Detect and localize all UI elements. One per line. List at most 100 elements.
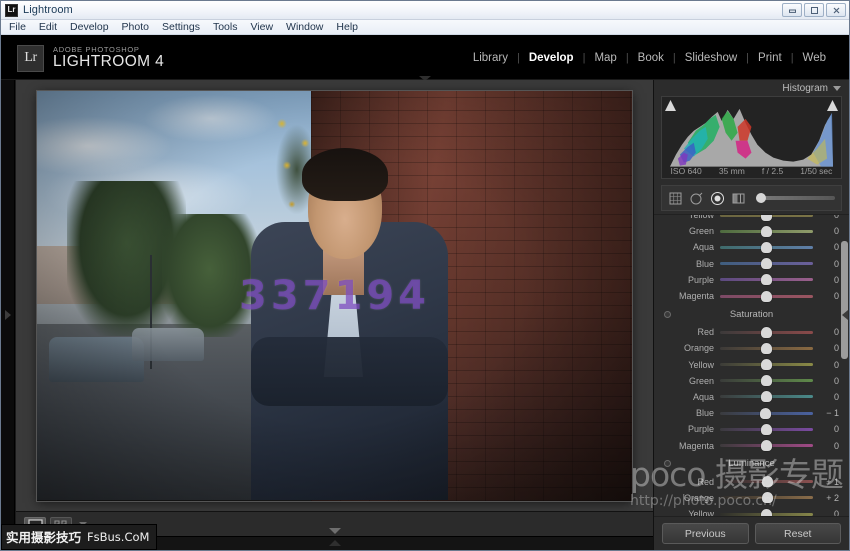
module-book[interactable]: Book bbox=[629, 52, 673, 64]
slider-track[interactable] bbox=[720, 262, 813, 265]
slider-row-hue-partial-magenta[interactable]: Magenta0 bbox=[656, 288, 847, 304]
slider-track[interactable] bbox=[720, 295, 813, 298]
slider-thumb[interactable] bbox=[761, 375, 772, 386]
menu-item-help[interactable]: Help bbox=[336, 21, 358, 33]
module-web[interactable]: Web bbox=[794, 52, 835, 64]
left-panel-expand-arrow[interactable] bbox=[5, 310, 11, 320]
slider-row-luminance-red[interactable]: Red+ 1 bbox=[656, 474, 847, 490]
spot-removal-icon[interactable] bbox=[689, 191, 704, 206]
menu-item-file[interactable]: File bbox=[9, 21, 26, 33]
red-eye-icon[interactable] bbox=[710, 191, 725, 206]
histogram-panel[interactable]: ISO 640 35 mm f / 2.5 1/50 sec bbox=[661, 96, 842, 179]
slider-row-hue-partial-yellow[interactable]: Yellow0 bbox=[656, 214, 847, 223]
slider-value[interactable]: 0 bbox=[813, 360, 843, 370]
slider-value[interactable]: 0 bbox=[813, 376, 843, 386]
slider-value[interactable]: 0 bbox=[813, 259, 843, 269]
slider-track[interactable] bbox=[720, 331, 813, 334]
panel-scrollbar-thumb[interactable] bbox=[841, 241, 848, 359]
filmstrip-expand-arrow[interactable] bbox=[329, 540, 341, 546]
slider-value[interactable]: 0 bbox=[813, 343, 843, 353]
group-header-saturation[interactable]: Saturation bbox=[656, 304, 847, 324]
module-slideshow[interactable]: Slideshow bbox=[676, 52, 746, 64]
slider-track[interactable] bbox=[720, 513, 813, 516]
slider-row-hue-partial-green[interactable]: Green0 bbox=[656, 223, 847, 239]
menu-item-edit[interactable]: Edit bbox=[39, 21, 57, 33]
slider-thumb[interactable] bbox=[761, 291, 772, 302]
slider-value[interactable]: 0 bbox=[813, 509, 843, 516]
slider-track[interactable] bbox=[720, 278, 813, 281]
module-print[interactable]: Print bbox=[749, 52, 791, 64]
target-adjust-icon[interactable] bbox=[664, 311, 671, 318]
slider-thumb[interactable] bbox=[762, 476, 773, 487]
previous-button[interactable]: Previous bbox=[662, 523, 749, 544]
slider-thumb[interactable] bbox=[761, 509, 772, 516]
slider-track[interactable] bbox=[720, 428, 813, 431]
slider-thumb[interactable] bbox=[761, 258, 772, 269]
hsl-panel-scroll[interactable]: Yellow0Green0Aqua0Blue0Purple0Magenta0Sa… bbox=[654, 214, 849, 516]
slider-thumb[interactable] bbox=[761, 440, 772, 451]
slider-value[interactable]: 0 bbox=[813, 424, 843, 434]
image-canvas[interactable]: 337194 bbox=[16, 80, 653, 511]
close-button[interactable] bbox=[826, 3, 846, 17]
menu-item-view[interactable]: View bbox=[250, 21, 273, 33]
slider-thumb[interactable] bbox=[761, 214, 772, 221]
slider-track[interactable] bbox=[720, 496, 813, 499]
left-panel-collapsed[interactable] bbox=[1, 80, 15, 550]
menu-item-photo[interactable]: Photo bbox=[122, 21, 149, 33]
minimize-button[interactable] bbox=[782, 3, 802, 17]
slider-track[interactable] bbox=[720, 444, 813, 447]
module-map[interactable]: Map bbox=[585, 52, 625, 64]
menu-item-tools[interactable]: Tools bbox=[213, 21, 238, 33]
menu-item-develop[interactable]: Develop bbox=[70, 21, 109, 33]
slider-row-saturation-orange[interactable]: Orange0 bbox=[656, 340, 847, 356]
slider-row-hue-partial-blue[interactable]: Blue0 bbox=[656, 256, 847, 272]
slider-value[interactable]: 0 bbox=[813, 242, 843, 252]
slider-row-saturation-yellow[interactable]: Yellow0 bbox=[656, 357, 847, 373]
slider-row-hue-partial-purple[interactable]: Purple0 bbox=[656, 272, 847, 288]
slider-thumb[interactable] bbox=[761, 274, 772, 285]
slider-row-saturation-red[interactable]: Red0 bbox=[656, 324, 847, 340]
module-develop[interactable]: Develop bbox=[520, 52, 583, 64]
slider-thumb[interactable] bbox=[761, 391, 772, 402]
slider-track[interactable] bbox=[720, 412, 813, 415]
slider-value[interactable]: + 2 bbox=[813, 493, 843, 503]
group-header-luminance[interactable]: Luminance bbox=[656, 454, 847, 474]
adjustment-brush-slider[interactable] bbox=[756, 196, 835, 200]
slider-row-saturation-blue[interactable]: Blue− 1 bbox=[656, 405, 847, 421]
histogram-header[interactable]: Histogram bbox=[654, 80, 849, 96]
slider-track[interactable] bbox=[720, 480, 813, 483]
slider-row-saturation-purple[interactable]: Purple0 bbox=[656, 421, 847, 437]
slider-row-luminance-orange[interactable]: Orange+ 2 bbox=[656, 490, 847, 506]
slider-value[interactable]: 0 bbox=[813, 275, 843, 285]
toolbar-collapse-arrow[interactable] bbox=[329, 528, 341, 534]
slider-value[interactable]: 0 bbox=[813, 441, 843, 451]
slider-thumb[interactable] bbox=[761, 242, 772, 253]
slider-row-hue-partial-aqua[interactable]: Aqua0 bbox=[656, 239, 847, 255]
slider-track[interactable] bbox=[720, 363, 813, 366]
chevron-down-icon[interactable] bbox=[833, 86, 841, 91]
module-library[interactable]: Library bbox=[464, 52, 517, 64]
slider-thumb[interactable] bbox=[761, 327, 772, 338]
slider-value[interactable]: + 1 bbox=[813, 477, 843, 487]
slider-row-saturation-magenta[interactable]: Magenta0 bbox=[656, 437, 847, 453]
slider-value[interactable]: − 1 bbox=[813, 408, 843, 418]
slider-track[interactable] bbox=[720, 246, 813, 249]
menu-item-settings[interactable]: Settings bbox=[162, 21, 200, 33]
reset-button[interactable]: Reset bbox=[755, 523, 842, 544]
slider-row-luminance-yellow[interactable]: Yellow0 bbox=[656, 506, 847, 516]
slider-thumb[interactable] bbox=[761, 343, 772, 354]
slider-thumb[interactable] bbox=[762, 492, 773, 503]
slider-value[interactable]: 0 bbox=[813, 214, 843, 220]
slider-value[interactable]: 0 bbox=[813, 226, 843, 236]
slider-value[interactable]: 0 bbox=[813, 327, 843, 337]
menu-item-window[interactable]: Window bbox=[286, 21, 323, 33]
maximize-button[interactable] bbox=[804, 3, 824, 17]
slider-track[interactable] bbox=[720, 214, 813, 217]
slider-thumb[interactable] bbox=[760, 408, 771, 419]
slider-row-saturation-aqua[interactable]: Aqua0 bbox=[656, 389, 847, 405]
slider-thumb[interactable] bbox=[761, 226, 772, 237]
slider-track[interactable] bbox=[720, 347, 813, 350]
slider-track[interactable] bbox=[720, 230, 813, 233]
crop-overlay-icon[interactable] bbox=[668, 191, 683, 206]
slider-value[interactable]: 0 bbox=[813, 392, 843, 402]
